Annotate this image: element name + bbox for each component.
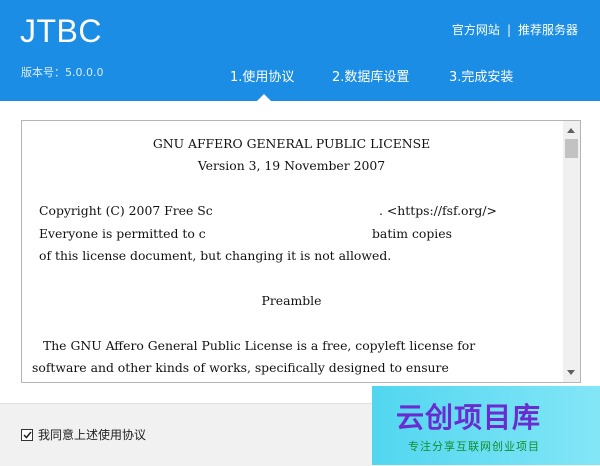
link-separator: | xyxy=(506,22,511,37)
official-site-link[interactable]: 官方网站 xyxy=(452,21,500,38)
license-line: GNU AFFERO GENERAL PUBLIC LICENSE xyxy=(152,136,431,151)
watermark-subtitle: 专注分享互联网创业项目 xyxy=(408,440,540,453)
scroll-down-arrow-icon[interactable] xyxy=(567,370,575,375)
recommended-server-link[interactable]: 推荐服务器 xyxy=(518,21,578,38)
scrollbar-thumb[interactable] xyxy=(565,139,578,158)
app-title: JTBC xyxy=(20,13,102,49)
license-line: Everyone is permitted to c xyxy=(39,226,206,241)
license-line: of this license document, but changing i… xyxy=(39,248,392,263)
license-line: Version 3, 19 November 2007 xyxy=(197,158,386,173)
license-text: GNU AFFERO GENERAL PUBLIC LICENSE Versio… xyxy=(22,121,561,382)
license-line: Copyright (C) 2007 Free Sc xyxy=(39,203,213,218)
top-links: 官方网站 | 推荐服务器 xyxy=(452,21,578,38)
agree-checkbox[interactable] xyxy=(21,428,33,441)
license-line: The GNU Affero General Public License is… xyxy=(39,338,476,353)
license-textbox[interactable]: GNU AFFERO GENERAL PUBLIC LICENSE Versio… xyxy=(21,120,581,383)
version-label: 版本号：5.0.0.0 xyxy=(21,66,104,79)
step-complete: 3.完成安装 xyxy=(449,70,514,85)
license-line: software and other kinds of works, speci… xyxy=(32,360,449,375)
license-line: Preamble xyxy=(261,293,322,308)
vertical-scrollbar[interactable] xyxy=(563,121,580,382)
watermark-title: 云创项目库 xyxy=(396,401,542,434)
agree-checkbox-row[interactable]: 我同意上述使用协议 xyxy=(21,426,146,443)
step-license: 1.使用协议 xyxy=(230,70,295,85)
license-line: batim copies xyxy=(372,226,452,241)
header-bar: JTBC 版本号：5.0.0.0 官方网站 | 推荐服务器 1.使用协议 2.数… xyxy=(0,0,600,101)
active-step-indicator xyxy=(257,94,271,101)
install-steps: 1.使用协议 2.数据库设置 3.完成安装 xyxy=(230,66,600,101)
agree-label: 我同意上述使用协议 xyxy=(38,428,147,442)
step-database: 2.数据库设置 xyxy=(332,70,410,85)
scroll-up-arrow-icon[interactable] xyxy=(567,128,575,133)
license-line: . <https://fsf.org/> xyxy=(379,203,497,218)
watermark-logo: 云创项目库 专注分享互联网创业项目 xyxy=(372,386,600,465)
checkmark-icon xyxy=(22,431,32,439)
